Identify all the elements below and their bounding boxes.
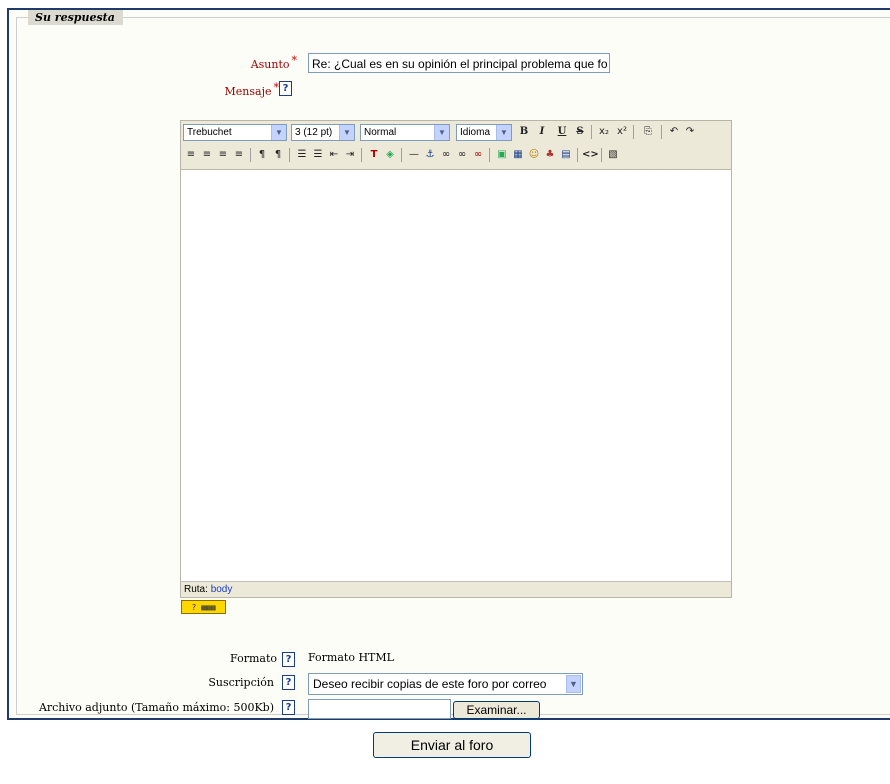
ltr-icon[interactable]: ¶ <box>255 148 269 162</box>
search-replace-icon[interactable]: ▤ <box>559 148 573 162</box>
format-value: Formato HTML <box>308 651 394 664</box>
attachment-label: Archivo adjunto (Tamaño máximo: 500Kb) <box>38 701 274 714</box>
rtl-icon[interactable]: ¶ <box>271 148 285 162</box>
language-select[interactable]: Idioma ▼ <box>456 124 512 141</box>
redo-icon[interactable]: ↷ <box>683 125 697 139</box>
attachment-help-icon[interactable]: ? <box>282 700 295 715</box>
undo-icon[interactable]: ↶ <box>667 125 681 139</box>
html-source-icon[interactable]: <> <box>582 148 599 162</box>
ordered-list-icon[interactable]: ☰ <box>295 148 309 162</box>
anchor-icon[interactable]: ⚓ <box>423 148 437 162</box>
attachment-file-input[interactable] <box>308 699 451 719</box>
background-color-icon[interactable]: ◈ <box>383 148 397 162</box>
subscript-button[interactable]: x₂ <box>597 125 611 139</box>
toolbar-divider <box>361 148 362 162</box>
fullscreen-icon[interactable]: ▧ <box>606 148 620 162</box>
fieldset-legend: Su respuesta <box>28 10 123 25</box>
italic-button[interactable]: I <box>535 125 549 139</box>
toolbar-divider <box>250 148 251 162</box>
insert-table-icon[interactable]: ▦ <box>511 148 525 162</box>
toolbar-divider <box>591 125 592 139</box>
status-label: Ruta: <box>184 584 208 595</box>
indent-icon[interactable]: ⇥ <box>343 148 357 162</box>
unlink-icon[interactable]: ∞ <box>455 148 469 162</box>
toolbar-divider <box>601 148 602 162</box>
toolbar-divider <box>489 148 490 162</box>
submit-button[interactable]: Enviar al foro <box>373 732 531 758</box>
clean-word-icon[interactable]: ⎘ <box>641 125 655 139</box>
unordered-list-icon[interactable]: ☰ <box>311 148 325 162</box>
align-left-icon[interactable]: ≡ <box>184 148 198 162</box>
html-editor: Trebuchet ▼ 3 (12 pt) ▼ Normal ▼ Idioma ▼ B … <box>180 120 732 598</box>
insert-image-icon[interactable]: ▣ <box>495 148 509 162</box>
format-help-icon[interactable]: ? <box>282 652 295 667</box>
format-label: Formato <box>230 652 277 665</box>
paragraph-style-select[interactable]: Normal ▼ <box>360 124 450 141</box>
underline-button[interactable]: U <box>555 125 569 139</box>
horizontal-rule-icon[interactable]: — <box>407 148 421 162</box>
justify-icon[interactable]: ≡ <box>232 148 246 162</box>
toolbar-divider <box>401 148 402 162</box>
subscription-select[interactable]: Deseo recibir copias de este foro por co… <box>308 673 583 695</box>
strikethrough-button[interactable]: S <box>573 125 587 139</box>
subject-input[interactable]: Re: ¿Cual es en su opinión el principal … <box>308 53 610 73</box>
editor-toolbar: Trebuchet ▼ 3 (12 pt) ▼ Normal ▼ Idioma ▼ B … <box>181 121 731 170</box>
superscript-button[interactable]: x² <box>615 125 629 139</box>
subscription-help-icon[interactable]: ? <box>282 675 295 690</box>
toolbar-divider <box>661 125 662 139</box>
editor-statusbar: Ruta: body <box>181 581 731 597</box>
font-size-select[interactable]: 3 (12 pt) ▼ <box>291 124 355 141</box>
text-color-icon[interactable]: T <box>367 148 381 162</box>
keyboard-shortcuts-icon[interactable]: ? ▦▦▦ <box>181 600 226 614</box>
link-icon[interactable]: ∞ <box>439 148 453 162</box>
special-char-icon[interactable]: ♣ <box>543 148 557 162</box>
nolink-icon[interactable]: ∞ <box>471 148 485 162</box>
subscription-label: Suscripción <box>208 676 274 689</box>
status-path-link[interactable]: body <box>211 584 233 595</box>
toolbar-divider <box>633 125 634 139</box>
browse-button[interactable]: Examinar... <box>453 701 540 719</box>
bold-button[interactable]: B <box>517 125 531 139</box>
outdent-icon[interactable]: ⇤ <box>327 148 341 162</box>
message-editor-area[interactable] <box>181 170 731 580</box>
align-right-icon[interactable]: ≡ <box>216 148 230 162</box>
align-center-icon[interactable]: ≡ <box>200 148 214 162</box>
required-star: * <box>291 54 298 67</box>
toolbar-divider <box>577 148 578 162</box>
message-help-icon[interactable]: ? <box>279 81 292 96</box>
smiley-icon[interactable]: ☺ <box>527 148 541 162</box>
toolbar-divider <box>289 148 290 162</box>
message-label: Mensaje * <box>224 81 279 98</box>
font-family-select[interactable]: Trebuchet ▼ <box>183 124 287 141</box>
subject-label: Asunto * <box>250 54 298 71</box>
